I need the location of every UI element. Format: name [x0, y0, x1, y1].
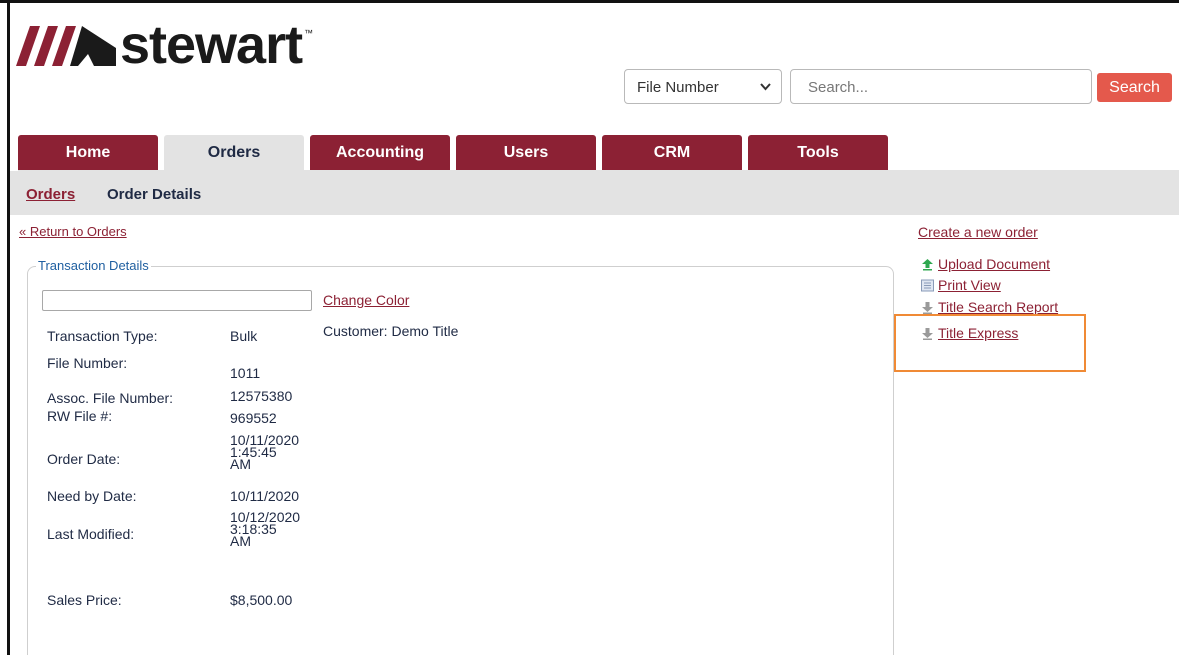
- upload-document-link[interactable]: Upload Document: [938, 256, 1050, 272]
- file-number-value: 1011: [230, 365, 261, 381]
- window-top-border: [0, 0, 1179, 3]
- return-to-orders-link[interactable]: « Return to Orders: [19, 224, 127, 239]
- transaction-details-legend: Transaction Details: [36, 258, 151, 273]
- search-type-select[interactable]: File Number: [624, 69, 782, 104]
- need-by-date-value: 10/11/2020: [230, 488, 300, 504]
- change-color-link[interactable]: Change Color: [323, 292, 409, 308]
- search-placeholder: Search...: [808, 79, 869, 96]
- logo-slashes-icon: [16, 26, 116, 66]
- tab-tools[interactable]: Tools: [748, 135, 888, 170]
- sales-price-value: $8,500.00: [230, 592, 293, 608]
- transaction-details-panel: [27, 266, 894, 655]
- title-search-report-action[interactable]: Title Search Report: [921, 299, 1058, 315]
- logo-wordmark: stewart: [120, 15, 303, 75]
- search-button[interactable]: Search: [1097, 73, 1172, 102]
- tab-accounting[interactable]: Accounting: [310, 135, 450, 170]
- last-modified-label: Last Modified:: [47, 526, 135, 542]
- search-type-value: File Number: [637, 79, 719, 96]
- window-left-border: [7, 0, 10, 655]
- rw-file-value: 969552: [230, 410, 277, 426]
- chevron-down-icon: [760, 80, 771, 94]
- need-by-date-label: Need by Date:: [47, 488, 137, 504]
- last-modified-value-meridiem: AM: [230, 533, 251, 549]
- tab-users[interactable]: Users: [456, 135, 596, 170]
- title-express-highlight-box: [894, 314, 1086, 372]
- assoc-file-number-value: 12575380: [230, 388, 293, 404]
- rw-file-label: RW File #:: [47, 408, 113, 424]
- tab-crm[interactable]: CRM: [602, 135, 742, 170]
- sales-price-label: Sales Price:: [47, 592, 122, 608]
- print-view-icon: [921, 279, 934, 292]
- transaction-type-label: Transaction Type:: [47, 328, 158, 344]
- tab-orders[interactable]: Orders: [164, 135, 304, 170]
- assoc-file-number-label: Assoc. File Number:: [47, 390, 174, 406]
- upload-arrow-icon: [921, 258, 934, 271]
- search-input[interactable]: Search...: [790, 69, 1092, 104]
- stewart-logo[interactable]: stewart ™: [16, 15, 313, 76]
- customer-name: Customer: Demo Title: [323, 323, 459, 339]
- file-number-label: File Number:: [47, 355, 128, 371]
- tab-home[interactable]: Home: [18, 135, 158, 170]
- logo-trademark: ™: [304, 28, 313, 38]
- transaction-type-value: Bulk: [230, 328, 258, 344]
- order-date-label: Order Date:: [47, 451, 121, 467]
- order-date-value-meridiem: AM: [230, 456, 251, 472]
- color-input[interactable]: [42, 290, 312, 311]
- title-search-report-link[interactable]: Title Search Report: [938, 299, 1058, 315]
- print-view-link[interactable]: Print View: [938, 277, 1001, 293]
- subnav-orders-link[interactable]: Orders: [26, 186, 75, 203]
- create-new-order-link[interactable]: Create a new order: [918, 224, 1038, 240]
- print-view-action[interactable]: Print View: [921, 277, 1001, 293]
- subnav-current-page: Order Details: [107, 186, 202, 203]
- download-arrow-icon: [921, 301, 934, 314]
- upload-document-action[interactable]: Upload Document: [921, 256, 1050, 272]
